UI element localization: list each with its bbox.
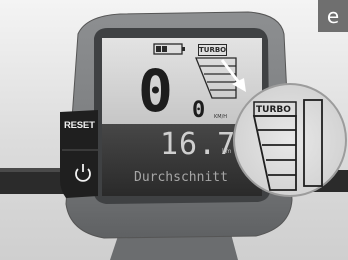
zoom-mode-label: TURBO bbox=[256, 105, 291, 115]
trip-label: Durchschnitt bbox=[134, 170, 228, 185]
speed-value: 0 bbox=[138, 57, 173, 125]
trip-value: 16.7 bbox=[160, 127, 237, 162]
handlebar-left bbox=[0, 170, 70, 194]
trip-unit: km bbox=[222, 148, 232, 155]
photo-scene: e RESET TURBO 0 0 KM/H 16.7 km Durchschn… bbox=[0, 0, 348, 260]
reset-button[interactable]: RESET bbox=[64, 120, 95, 131]
speed-decimal: 0 bbox=[192, 98, 206, 123]
speed-unit: KM/H bbox=[214, 114, 228, 120]
mode-label: TURBO bbox=[198, 44, 227, 56]
zoom-circle bbox=[233, 83, 347, 197]
panel-letter: e bbox=[318, 0, 348, 32]
